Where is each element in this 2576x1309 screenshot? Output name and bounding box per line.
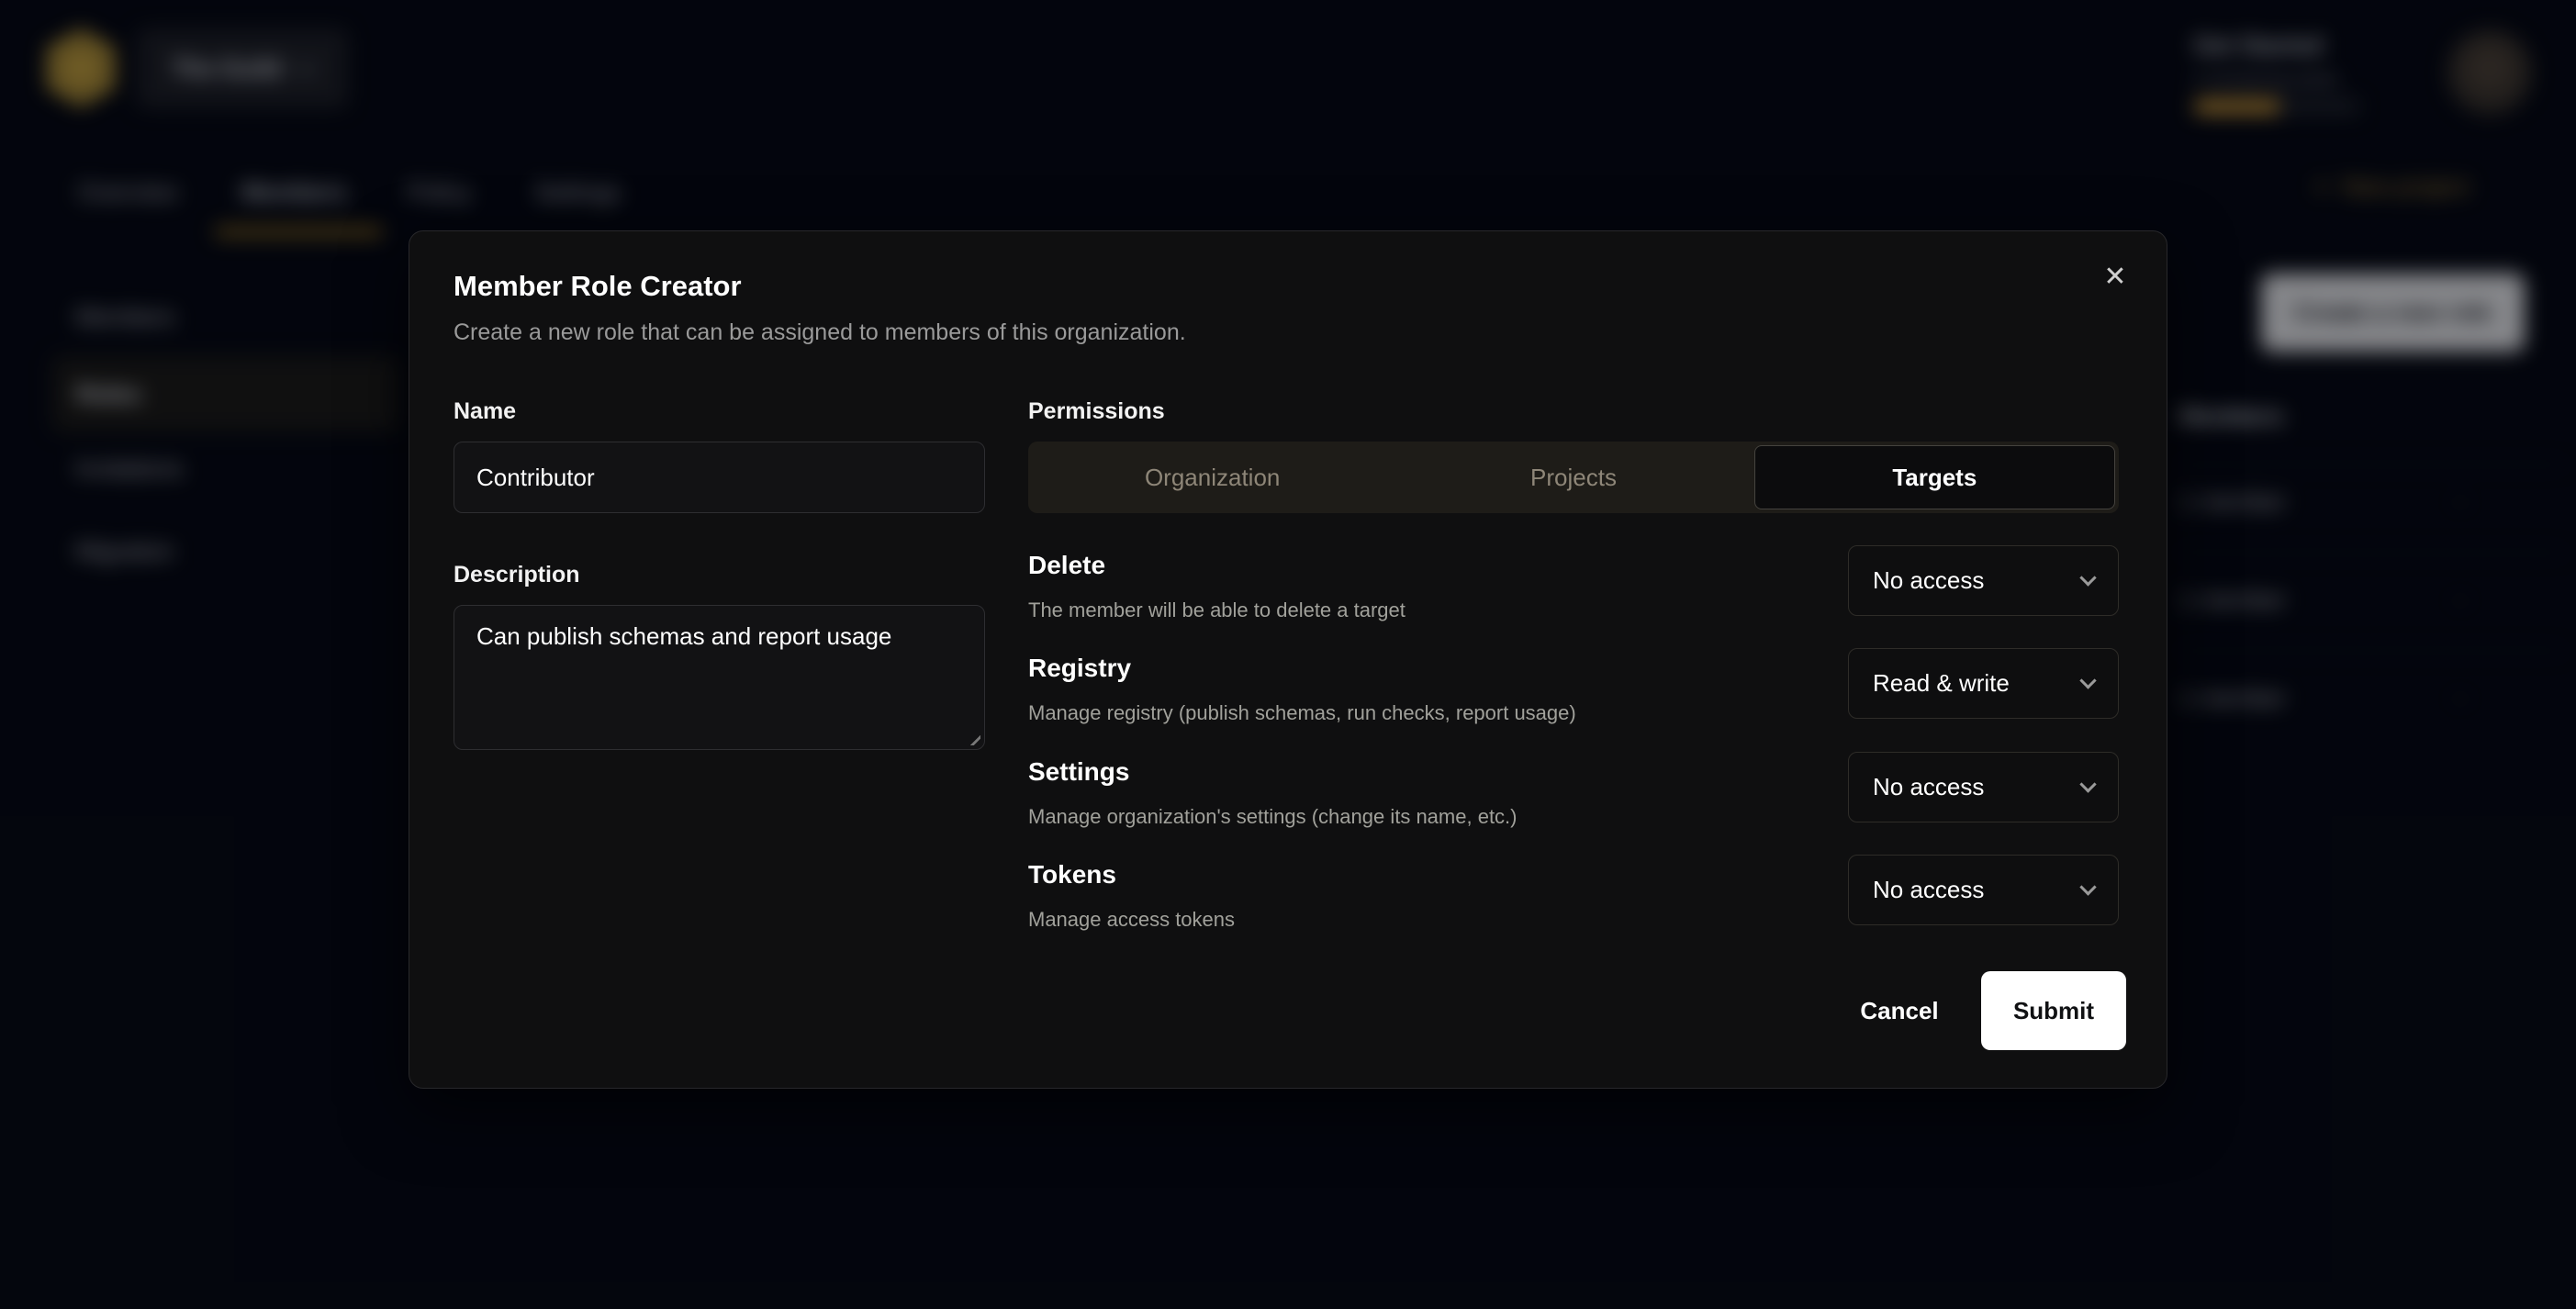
permissions-tabbar: Organization Projects Targets <box>1028 442 2119 513</box>
select-value: Read & write <box>1873 669 2010 698</box>
select-value: No access <box>1873 773 1984 801</box>
chevron-down-icon <box>2079 776 2096 792</box>
delete-access-select[interactable]: No access <box>1848 545 2119 616</box>
name-label: Name <box>454 398 516 425</box>
cancel-button[interactable]: Cancel <box>1838 971 1961 1050</box>
permission-row-tokens: Tokens Manage access tokens No access <box>1028 855 2119 946</box>
permission-row-settings: Settings Manage organization's settings … <box>1028 752 2119 844</box>
tokens-access-select[interactable]: No access <box>1848 855 2119 925</box>
registry-access-select[interactable]: Read & write <box>1848 648 2119 719</box>
tab-projects[interactable]: Projects <box>1393 445 1753 509</box>
close-icon[interactable]: ✕ <box>2095 257 2135 297</box>
dialog-title: Member Role Creator <box>454 270 742 303</box>
permission-row-registry: Registry Manage registry (publish schema… <box>1028 648 2119 740</box>
tab-organization[interactable]: Organization <box>1032 445 1393 509</box>
chevron-down-icon <box>2079 672 2096 688</box>
description-textarea[interactable]: Can publish schemas and report usage <box>454 605 985 750</box>
select-value: No access <box>1873 876 1984 904</box>
tab-targets[interactable]: Targets <box>1754 445 2115 509</box>
dialog-subtitle: Create a new role that can be assigned t… <box>454 319 1186 346</box>
chevron-down-icon <box>2079 569 2096 586</box>
permission-description: Manage organization's settings (change i… <box>1028 805 1518 829</box>
name-input[interactable] <box>454 442 985 513</box>
permission-description: The member will be able to delete a targ… <box>1028 599 1406 622</box>
permission-title: Delete <box>1028 551 1105 580</box>
member-role-creator-dialog: ✕ Member Role Creator Create a new role … <box>409 230 2167 1089</box>
settings-access-select[interactable]: No access <box>1848 752 2119 822</box>
permission-title: Tokens <box>1028 860 1116 889</box>
permission-description: Manage registry (publish schemas, run ch… <box>1028 701 1576 725</box>
chevron-down-icon <box>2079 878 2096 895</box>
permission-title: Settings <box>1028 757 1129 787</box>
permission-description: Manage access tokens <box>1028 908 1235 932</box>
select-value: No access <box>1873 566 1984 595</box>
submit-button[interactable]: Submit <box>1981 971 2126 1050</box>
permission-title: Registry <box>1028 654 1131 683</box>
permission-row-delete: Delete The member will be able to delete… <box>1028 545 2119 637</box>
permissions-label: Permissions <box>1028 398 1165 425</box>
description-label: Description <box>454 562 580 588</box>
description-field-wrap: Can publish schemas and report usage <box>454 605 985 750</box>
